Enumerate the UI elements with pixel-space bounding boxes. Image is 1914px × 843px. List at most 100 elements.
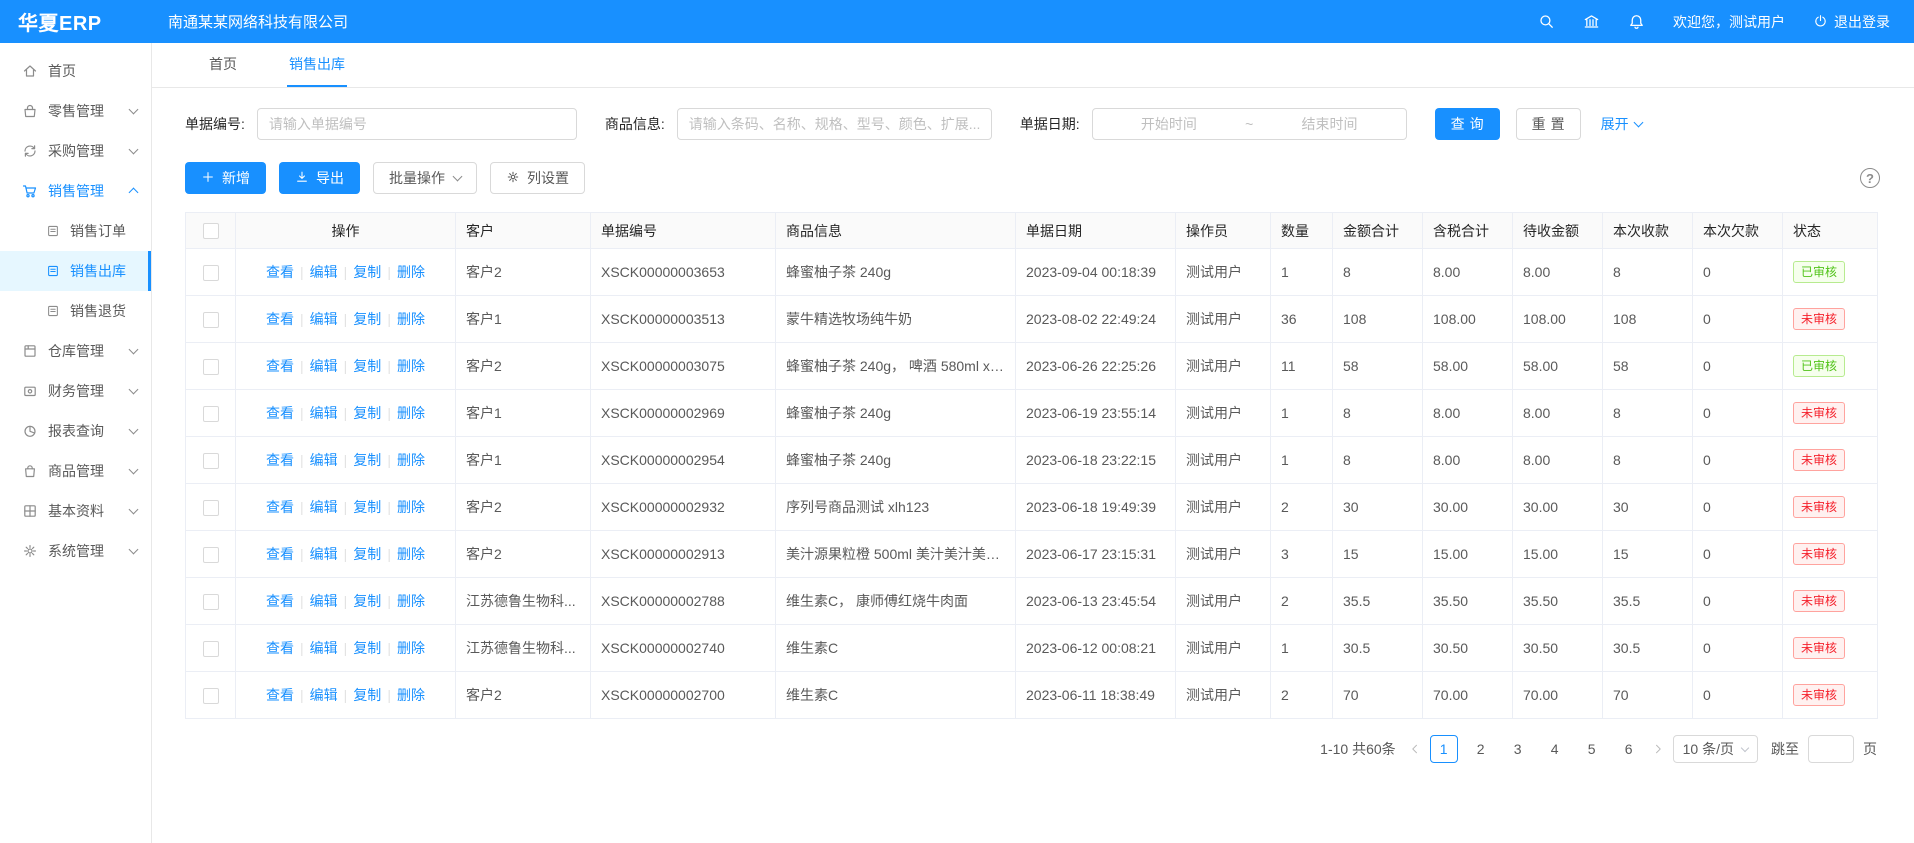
sidebar-subitem-sales-order[interactable]: 销售订单	[0, 211, 151, 251]
page-4[interactable]: 4	[1541, 735, 1569, 763]
tab-sales-outbound[interactable]: 销售出库	[287, 43, 347, 87]
action-delete[interactable]: 删除	[397, 405, 425, 421]
row-checkbox[interactable]	[203, 547, 219, 563]
action-copy[interactable]: 复制	[353, 452, 381, 468]
expand-link[interactable]: 展开	[1601, 114, 1642, 134]
row-checkbox[interactable]	[203, 500, 219, 516]
chevron-down-icon	[453, 172, 463, 182]
doc-icon	[46, 264, 60, 278]
prev-page-icon[interactable]	[1409, 743, 1421, 755]
action-separator: |	[387, 499, 391, 515]
row-checkbox[interactable]	[203, 359, 219, 375]
action-copy[interactable]: 复制	[353, 358, 381, 374]
sidebar-item-product[interactable]: 商品管理	[0, 451, 151, 491]
action-edit[interactable]: 编辑	[310, 499, 338, 515]
add-button[interactable]: 新增	[185, 162, 266, 194]
export-button[interactable]: 导出	[279, 162, 360, 194]
page-1[interactable]: 1	[1430, 735, 1458, 763]
action-copy[interactable]: 复制	[353, 687, 381, 703]
action-view[interactable]: 查看	[266, 311, 294, 327]
action-delete[interactable]: 删除	[397, 593, 425, 609]
action-view[interactable]: 查看	[266, 546, 294, 562]
action-edit[interactable]: 编辑	[310, 640, 338, 656]
action-edit[interactable]: 编辑	[310, 311, 338, 327]
action-view[interactable]: 查看	[266, 358, 294, 374]
page-size-select[interactable]: 10 条/页	[1673, 735, 1758, 763]
action-copy[interactable]: 复制	[353, 499, 381, 515]
sidebar-item-finance[interactable]: 财务管理	[0, 371, 151, 411]
action-view[interactable]: 查看	[266, 499, 294, 515]
help-icon[interactable]: ?	[1860, 168, 1880, 188]
column-settings-button[interactable]: 列设置	[490, 162, 585, 194]
action-edit[interactable]: 编辑	[310, 546, 338, 562]
action-view[interactable]: 查看	[266, 264, 294, 280]
action-view[interactable]: 查看	[266, 452, 294, 468]
select-all-checkbox[interactable]	[203, 223, 219, 239]
page-2[interactable]: 2	[1467, 735, 1495, 763]
sidebar-item-system[interactable]: 系统管理	[0, 531, 151, 571]
row-checkbox[interactable]	[203, 688, 219, 704]
action-delete[interactable]: 删除	[397, 264, 425, 280]
action-separator: |	[344, 546, 348, 562]
cell-debt: 0	[1693, 625, 1783, 672]
date-range-picker[interactable]: 开始时间 ~ 结束时间	[1092, 108, 1407, 140]
sidebar-item-report[interactable]: 报表查询	[0, 411, 151, 451]
action-edit[interactable]: 编辑	[310, 264, 338, 280]
bell-icon[interactable]	[1628, 13, 1645, 30]
action-view[interactable]: 查看	[266, 405, 294, 421]
sidebar-subitem-sales-return[interactable]: 销售退货	[0, 291, 151, 331]
action-edit[interactable]: 编辑	[310, 687, 338, 703]
page-3[interactable]: 3	[1504, 735, 1532, 763]
sidebar-item-retail[interactable]: 零售管理	[0, 91, 151, 131]
sidebar-item-warehouse[interactable]: 仓库管理	[0, 331, 151, 371]
action-separator: |	[300, 311, 304, 327]
cell-amount_total: 8	[1333, 390, 1423, 437]
batch-actions-button[interactable]: 批量操作	[373, 162, 477, 194]
sidebar-item-purchase[interactable]: 采购管理	[0, 131, 151, 171]
action-edit[interactable]: 编辑	[310, 405, 338, 421]
search-icon[interactable]	[1538, 13, 1555, 30]
action-delete[interactable]: 删除	[397, 687, 425, 703]
action-edit[interactable]: 编辑	[310, 358, 338, 374]
row-checkbox[interactable]	[203, 641, 219, 657]
action-copy[interactable]: 复制	[353, 264, 381, 280]
reset-button[interactable]: 重置	[1516, 108, 1581, 140]
page-6[interactable]: 6	[1615, 735, 1643, 763]
action-copy[interactable]: 复制	[353, 546, 381, 562]
action-edit[interactable]: 编辑	[310, 593, 338, 609]
action-edit[interactable]: 编辑	[310, 452, 338, 468]
action-view[interactable]: 查看	[266, 687, 294, 703]
action-copy[interactable]: 复制	[353, 311, 381, 327]
action-delete[interactable]: 删除	[397, 640, 425, 656]
row-checkbox[interactable]	[203, 312, 219, 328]
bill-no-input[interactable]	[257, 108, 577, 140]
action-copy[interactable]: 复制	[353, 405, 381, 421]
action-view[interactable]: 查看	[266, 640, 294, 656]
action-copy[interactable]: 复制	[353, 593, 381, 609]
next-page-icon[interactable]	[1652, 743, 1664, 755]
action-delete[interactable]: 删除	[397, 358, 425, 374]
action-delete[interactable]: 删除	[397, 546, 425, 562]
sidebar-item-sales[interactable]: 销售管理	[0, 171, 151, 211]
sidebar-subitem-sales-outbound[interactable]: 销售出库	[0, 251, 151, 291]
sidebar-item-home[interactable]: 首页	[0, 51, 151, 91]
sidebar-item-basedata[interactable]: 基本资料	[0, 491, 151, 531]
row-checkbox[interactable]	[203, 594, 219, 610]
bank-icon[interactable]	[1583, 13, 1600, 30]
jump-page-input[interactable]	[1808, 735, 1854, 763]
tab-home[interactable]: 首页	[207, 43, 239, 87]
product-info-input[interactable]	[677, 108, 992, 140]
action-separator: |	[300, 358, 304, 374]
welcome-text: 欢迎您，测试用户	[1673, 12, 1785, 32]
action-copy[interactable]: 复制	[353, 640, 381, 656]
action-delete[interactable]: 删除	[397, 452, 425, 468]
page-5[interactable]: 5	[1578, 735, 1606, 763]
logout-button[interactable]: 退出登录	[1813, 12, 1890, 32]
action-delete[interactable]: 删除	[397, 499, 425, 515]
action-delete[interactable]: 删除	[397, 311, 425, 327]
row-checkbox[interactable]	[203, 453, 219, 469]
search-button[interactable]: 查询	[1435, 108, 1500, 140]
row-checkbox[interactable]	[203, 265, 219, 281]
row-checkbox[interactable]	[203, 406, 219, 422]
action-view[interactable]: 查看	[266, 593, 294, 609]
